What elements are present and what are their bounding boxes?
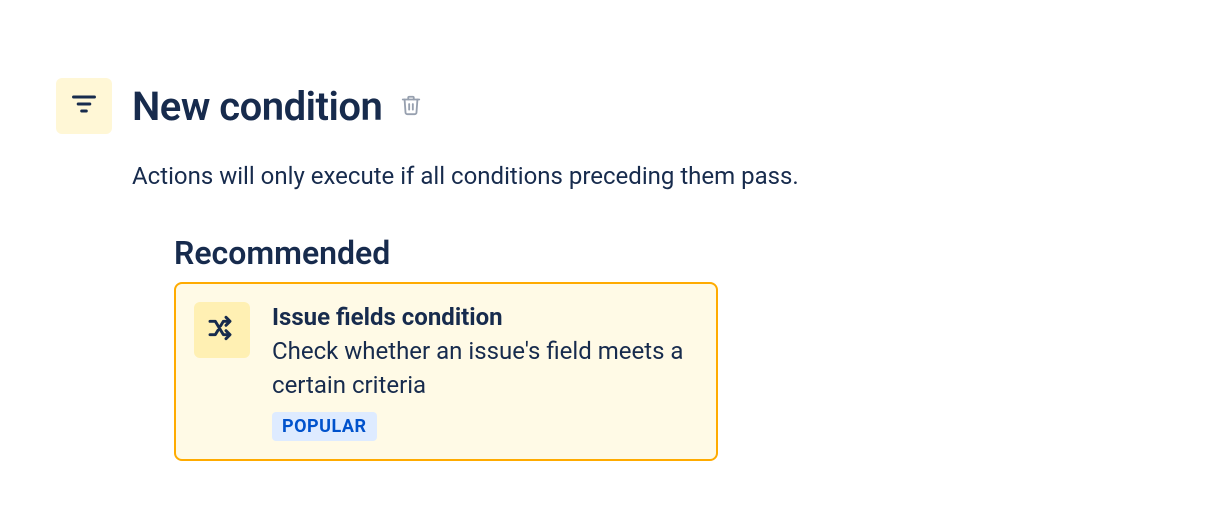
card-icon-box <box>194 302 250 358</box>
page-title: New condition <box>132 83 382 130</box>
filter-icon <box>70 90 98 122</box>
trash-icon <box>400 94 422 119</box>
recommended-title: Recommended <box>174 234 1218 272</box>
condition-icon-box <box>56 78 112 134</box>
title-wrap: New condition <box>132 83 426 130</box>
delete-button[interactable] <box>396 90 426 123</box>
header-row: New condition <box>56 78 1218 134</box>
recommended-section: Recommended Issue fields condition Check… <box>174 234 1218 461</box>
card-description: Check whether an issue's field meets a c… <box>272 335 694 402</box>
popular-badge: POPULAR <box>272 412 377 441</box>
shuffle-icon <box>206 312 238 348</box>
card-title: Issue fields condition <box>272 302 694 333</box>
condition-card-issue-fields[interactable]: Issue fields condition Check whether an … <box>174 282 718 461</box>
card-body: Issue fields condition Check whether an … <box>272 302 694 441</box>
header-description: Actions will only execute if all conditi… <box>132 162 1218 190</box>
